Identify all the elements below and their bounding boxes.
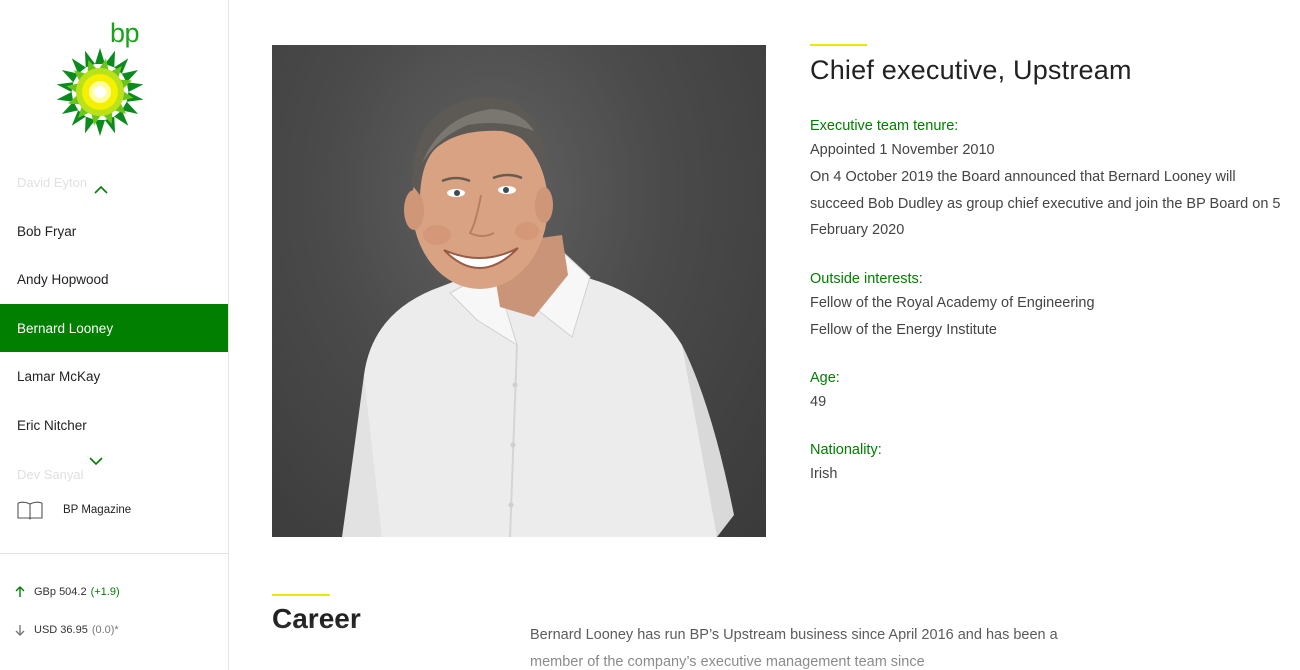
tenure-section: Executive team tenure: Appointed 1 Novem… [810,115,1290,244]
career-paragraph: Bernard Looney has run BP’s Upstream bus… [530,627,1058,670]
sidebar-item-faded-below[interactable]: Dev Sanyal [17,467,83,482]
arrow-down-icon [15,625,25,636]
sidebar-item-label: Andy Hopwood [17,271,109,287]
bp-magazine-link[interactable]: BP Magazine [17,500,131,520]
stock-usd-value: USD 36.95 [34,624,88,636]
sidebar-item-bob-fryar[interactable]: Bob Fryar [0,207,228,255]
executive-portrait [272,45,766,537]
nationality-section: Nationality: Irish [810,439,1290,488]
sidebar: bp David Eyton Bob Fryar Andy Hopwood Be… [0,0,229,670]
career-heading: Career [272,603,361,634]
arrow-up-icon [15,586,25,597]
sidebar-item-faded-above[interactable]: David Eyton [17,175,87,190]
tenure-label: Executive team tenure: [810,118,959,134]
sidebar-item-lamar-mckay[interactable]: Lamar McKay [0,352,228,400]
chevron-up-icon[interactable] [91,183,111,197]
tenure-text: Appointed 1 November 2010 [810,142,995,158]
age-value: 49 [810,394,827,410]
sidebar-item-bernard-looney[interactable]: Bernard Looney [0,304,228,352]
career-accent-line [272,594,330,596]
title-accent-line [810,44,867,46]
sidebar-item-label: Bernard Looney [17,320,114,336]
stock-gbp-value: GBp 504.2 [34,586,87,598]
bp-magazine-label: BP Magazine [63,504,132,516]
interest-item: Fellow of the Energy Institute [810,321,997,338]
stock-gbp-change: (+1.9) [90,586,120,598]
bp-logo[interactable]: bp [50,18,150,138]
interest-item: Fellow of the Royal Academy of Engineeri… [810,295,1095,311]
portrait-illustration [342,96,734,537]
age-section: Age: 49 [810,367,1290,416]
book-icon [17,501,43,520]
nationality-label: Nationality: [810,442,882,458]
page-title: Chief executive, Upstream [810,55,1132,85]
logo-text: bp [110,18,140,48]
sidebar-item-label: Eric Nitcher [17,417,87,433]
interests-label: Outside interests: [810,271,923,287]
chevron-down-icon[interactable] [86,454,106,468]
stock-ticker-usd[interactable]: USD 36.95 (0.0)* [13,623,119,637]
helios-logo-icon [56,48,144,136]
interests-section: Outside interests: Fellow of the Royal A… [810,268,1290,344]
age-label: Age: [810,370,840,386]
sidebar-item-label: Bob Fryar [17,223,77,239]
stock-usd-change: (0.0)* [91,624,119,636]
tenure-note: On 4 October 2019 the Board announced th… [810,168,1281,239]
sidebar-item-andy-hopwood[interactable]: Andy Hopwood [0,255,228,303]
sidebar-divider [0,553,228,554]
nationality-value: Irish [810,466,838,482]
stock-ticker-gbp[interactable]: GBp 504.2 (+1.9) [13,585,120,599]
sidebar-item-eric-nitcher[interactable]: Eric Nitcher [0,401,228,449]
sidebar-item-label: Lamar McKay [17,368,101,384]
